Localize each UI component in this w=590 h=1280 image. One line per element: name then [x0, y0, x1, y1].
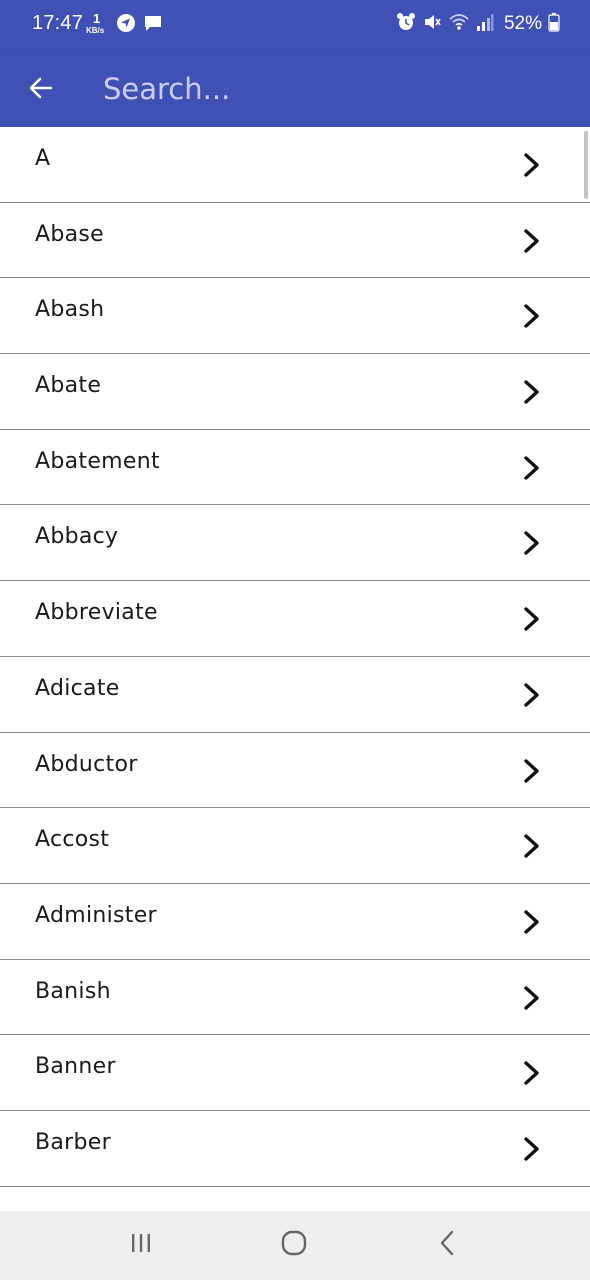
chevron-right-icon: [521, 1058, 543, 1088]
list-item-label: Abate: [35, 373, 102, 399]
battery-percent: 52%: [503, 13, 542, 34]
list-item-label: Abase: [35, 221, 104, 247]
word-list: A Abase Abash Abate Abatement Abbacy Abbreviat…: [0, 127, 590, 1211]
list-item[interactable]: Abatement: [0, 429, 590, 506]
alarm-icon: [396, 12, 416, 36]
back-icon: [436, 1229, 460, 1261]
list-item[interactable]: Abate: [0, 354, 590, 430]
list-item[interactable]: Abductor: [0, 732, 590, 809]
network-speed-unit: KB/s: [86, 26, 105, 35]
list-item[interactable]: Abash: [0, 278, 590, 355]
app-bar: [0, 52, 590, 127]
chevron-right-icon: [521, 1134, 543, 1164]
status-right-icons: 52%: [396, 12, 560, 36]
list-item-label: Administer: [35, 902, 157, 928]
list-item-label: Abatement: [35, 448, 160, 474]
list-item-label: Abbacy: [35, 524, 119, 550]
chevron-right-icon: [521, 604, 543, 634]
chevron-right-icon: [521, 226, 543, 256]
chevron-right-icon: [521, 983, 543, 1013]
search-input[interactable]: [103, 65, 543, 113]
list-item-label: Accost: [35, 827, 110, 853]
navigation-icon: [116, 13, 136, 37]
list-item-label: Abductor: [35, 751, 138, 777]
list-item-label: Adicate: [35, 675, 120, 701]
list-item[interactable]: Administer: [0, 883, 590, 960]
chevron-right-icon: [521, 907, 543, 937]
recent-apps-button[interactable]: [121, 1228, 161, 1262]
list-item[interactable]: Adicate: [0, 656, 590, 733]
chevron-right-icon: [521, 528, 543, 558]
list-item[interactable]: A: [0, 127, 590, 203]
chevron-right-icon: [521, 301, 543, 331]
message-icon: [143, 13, 163, 37]
status-bar: 17:47 1 KB/s 52%: [0, 0, 590, 52]
app-screen: 17:47 1 KB/s 52% Search... A Abase Abash…: [0, 0, 590, 1280]
chevron-right-icon: [521, 831, 543, 861]
mute-icon: [422, 12, 442, 36]
list-item[interactable]: Banish: [0, 959, 590, 1036]
recent-apps-icon: [129, 1231, 153, 1259]
network-speed-indicator: 1 KB/s: [86, 11, 110, 37]
status-left-icons: [116, 13, 163, 37]
list-item-label: Barber: [35, 1129, 111, 1155]
list-item-label: Abash: [35, 297, 105, 323]
home-icon: [280, 1229, 308, 1261]
home-button[interactable]: [274, 1228, 314, 1262]
scrollbar-thumb[interactable]: [584, 131, 588, 199]
system-back-button[interactable]: [428, 1228, 468, 1262]
arrow-left-icon: [24, 77, 58, 109]
chevron-right-icon: [521, 150, 543, 180]
list-item[interactable]: Banner: [0, 1035, 590, 1111]
list-item[interactable]: Abbacy: [0, 505, 590, 582]
system-nav-bar: [0, 1211, 590, 1280]
chevron-right-icon: [521, 377, 543, 407]
list-item-label: Banish: [35, 978, 111, 1004]
list-item-label: Banner: [35, 1054, 116, 1080]
battery-icon: [548, 12, 560, 36]
list-item[interactable]: Barber: [0, 1110, 590, 1187]
list-item[interactable]: Abbreviate: [0, 581, 590, 657]
chevron-right-icon: [521, 756, 543, 786]
list-item[interactable]: Accost: [0, 808, 590, 884]
status-time: 17:47: [32, 12, 84, 34]
chevron-right-icon: [521, 453, 543, 483]
signal-icon: [476, 12, 494, 36]
list-item-label: A: [35, 146, 51, 171]
list-item-label: Abbreviate: [35, 600, 158, 626]
back-button[interactable]: [24, 71, 58, 105]
wifi-icon: [448, 12, 470, 36]
network-speed-value: 1: [93, 11, 101, 26]
list-item[interactable]: Abase: [0, 202, 590, 279]
chevron-right-icon: [521, 680, 543, 710]
